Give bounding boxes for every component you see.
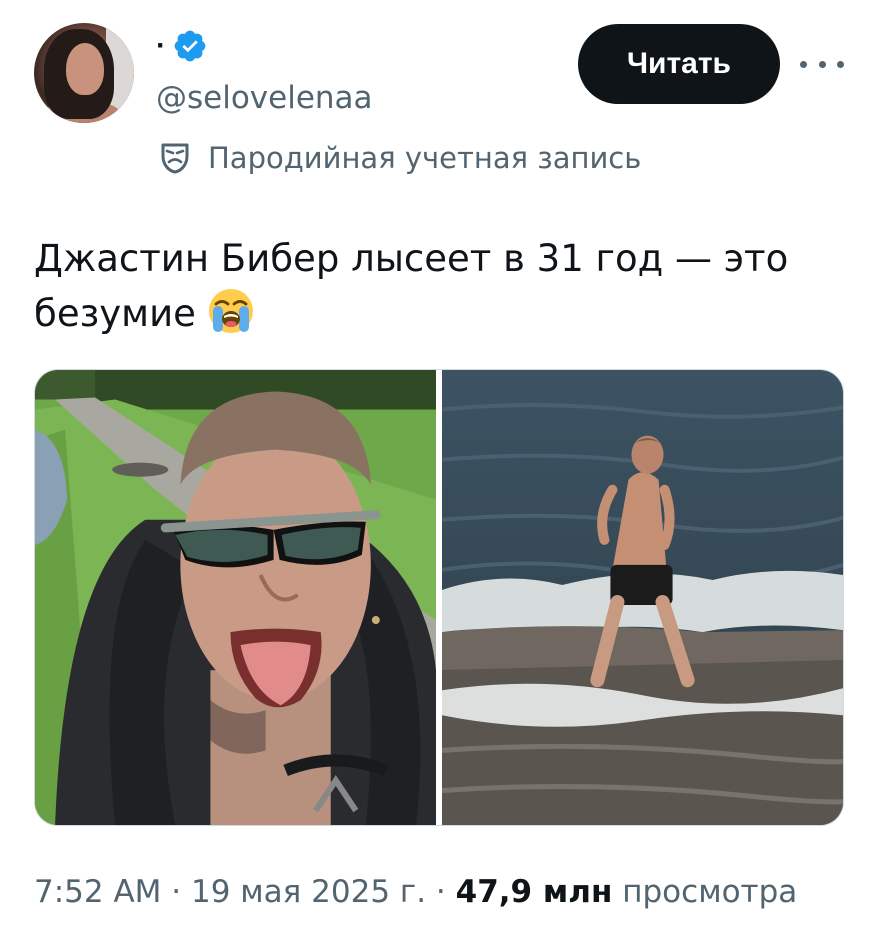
mask-icon	[161, 143, 189, 174]
meta-separator: ·	[161, 874, 191, 910]
more-dot	[818, 60, 826, 68]
views-count: 47,9 млн	[455, 874, 613, 910]
tweet-date[interactable]: 19 мая 2025 г.	[191, 874, 426, 910]
meta-separator: ·	[426, 874, 456, 910]
tweet-meta: 7:52 AM · 19 мая 2025 г. · 47,9 млн прос…	[34, 872, 797, 912]
avatar-face	[66, 43, 104, 95]
photo-1-image	[35, 370, 436, 825]
author-handle[interactable]: @selovelenaa	[156, 80, 373, 116]
tweet: · @selovelenaa Читать Пародийная учетная…	[0, 0, 880, 945]
loudly-crying-face-icon	[208, 289, 253, 333]
parody-label-text: Пародийная учетная запись	[208, 141, 642, 175]
avatar[interactable]	[34, 23, 134, 123]
photo-2[interactable]	[442, 370, 843, 825]
tweet-body: Джастин Бибер лысеет в 31 год — это безу…	[34, 237, 789, 335]
more-dot	[837, 60, 844, 68]
more-dot	[800, 60, 807, 68]
photo-2-image	[442, 370, 843, 825]
author-name-row[interactable]: ·	[156, 28, 208, 64]
media-grid	[34, 369, 844, 826]
photo-1[interactable]	[35, 370, 436, 825]
views-label: просмотра	[622, 874, 798, 910]
parody-account-label: Пародийная учетная запись	[160, 140, 641, 176]
author-display-name[interactable]: ·	[156, 31, 166, 61]
follow-button[interactable]: Читать	[578, 24, 780, 104]
verified-badge-icon	[174, 30, 206, 62]
tweet-text: Джастин Бибер лысеет в 31 год — это безу…	[34, 232, 834, 341]
tweet-time[interactable]: 7:52 AM	[34, 874, 161, 910]
more-horizontal-icon[interactable]	[800, 52, 844, 76]
